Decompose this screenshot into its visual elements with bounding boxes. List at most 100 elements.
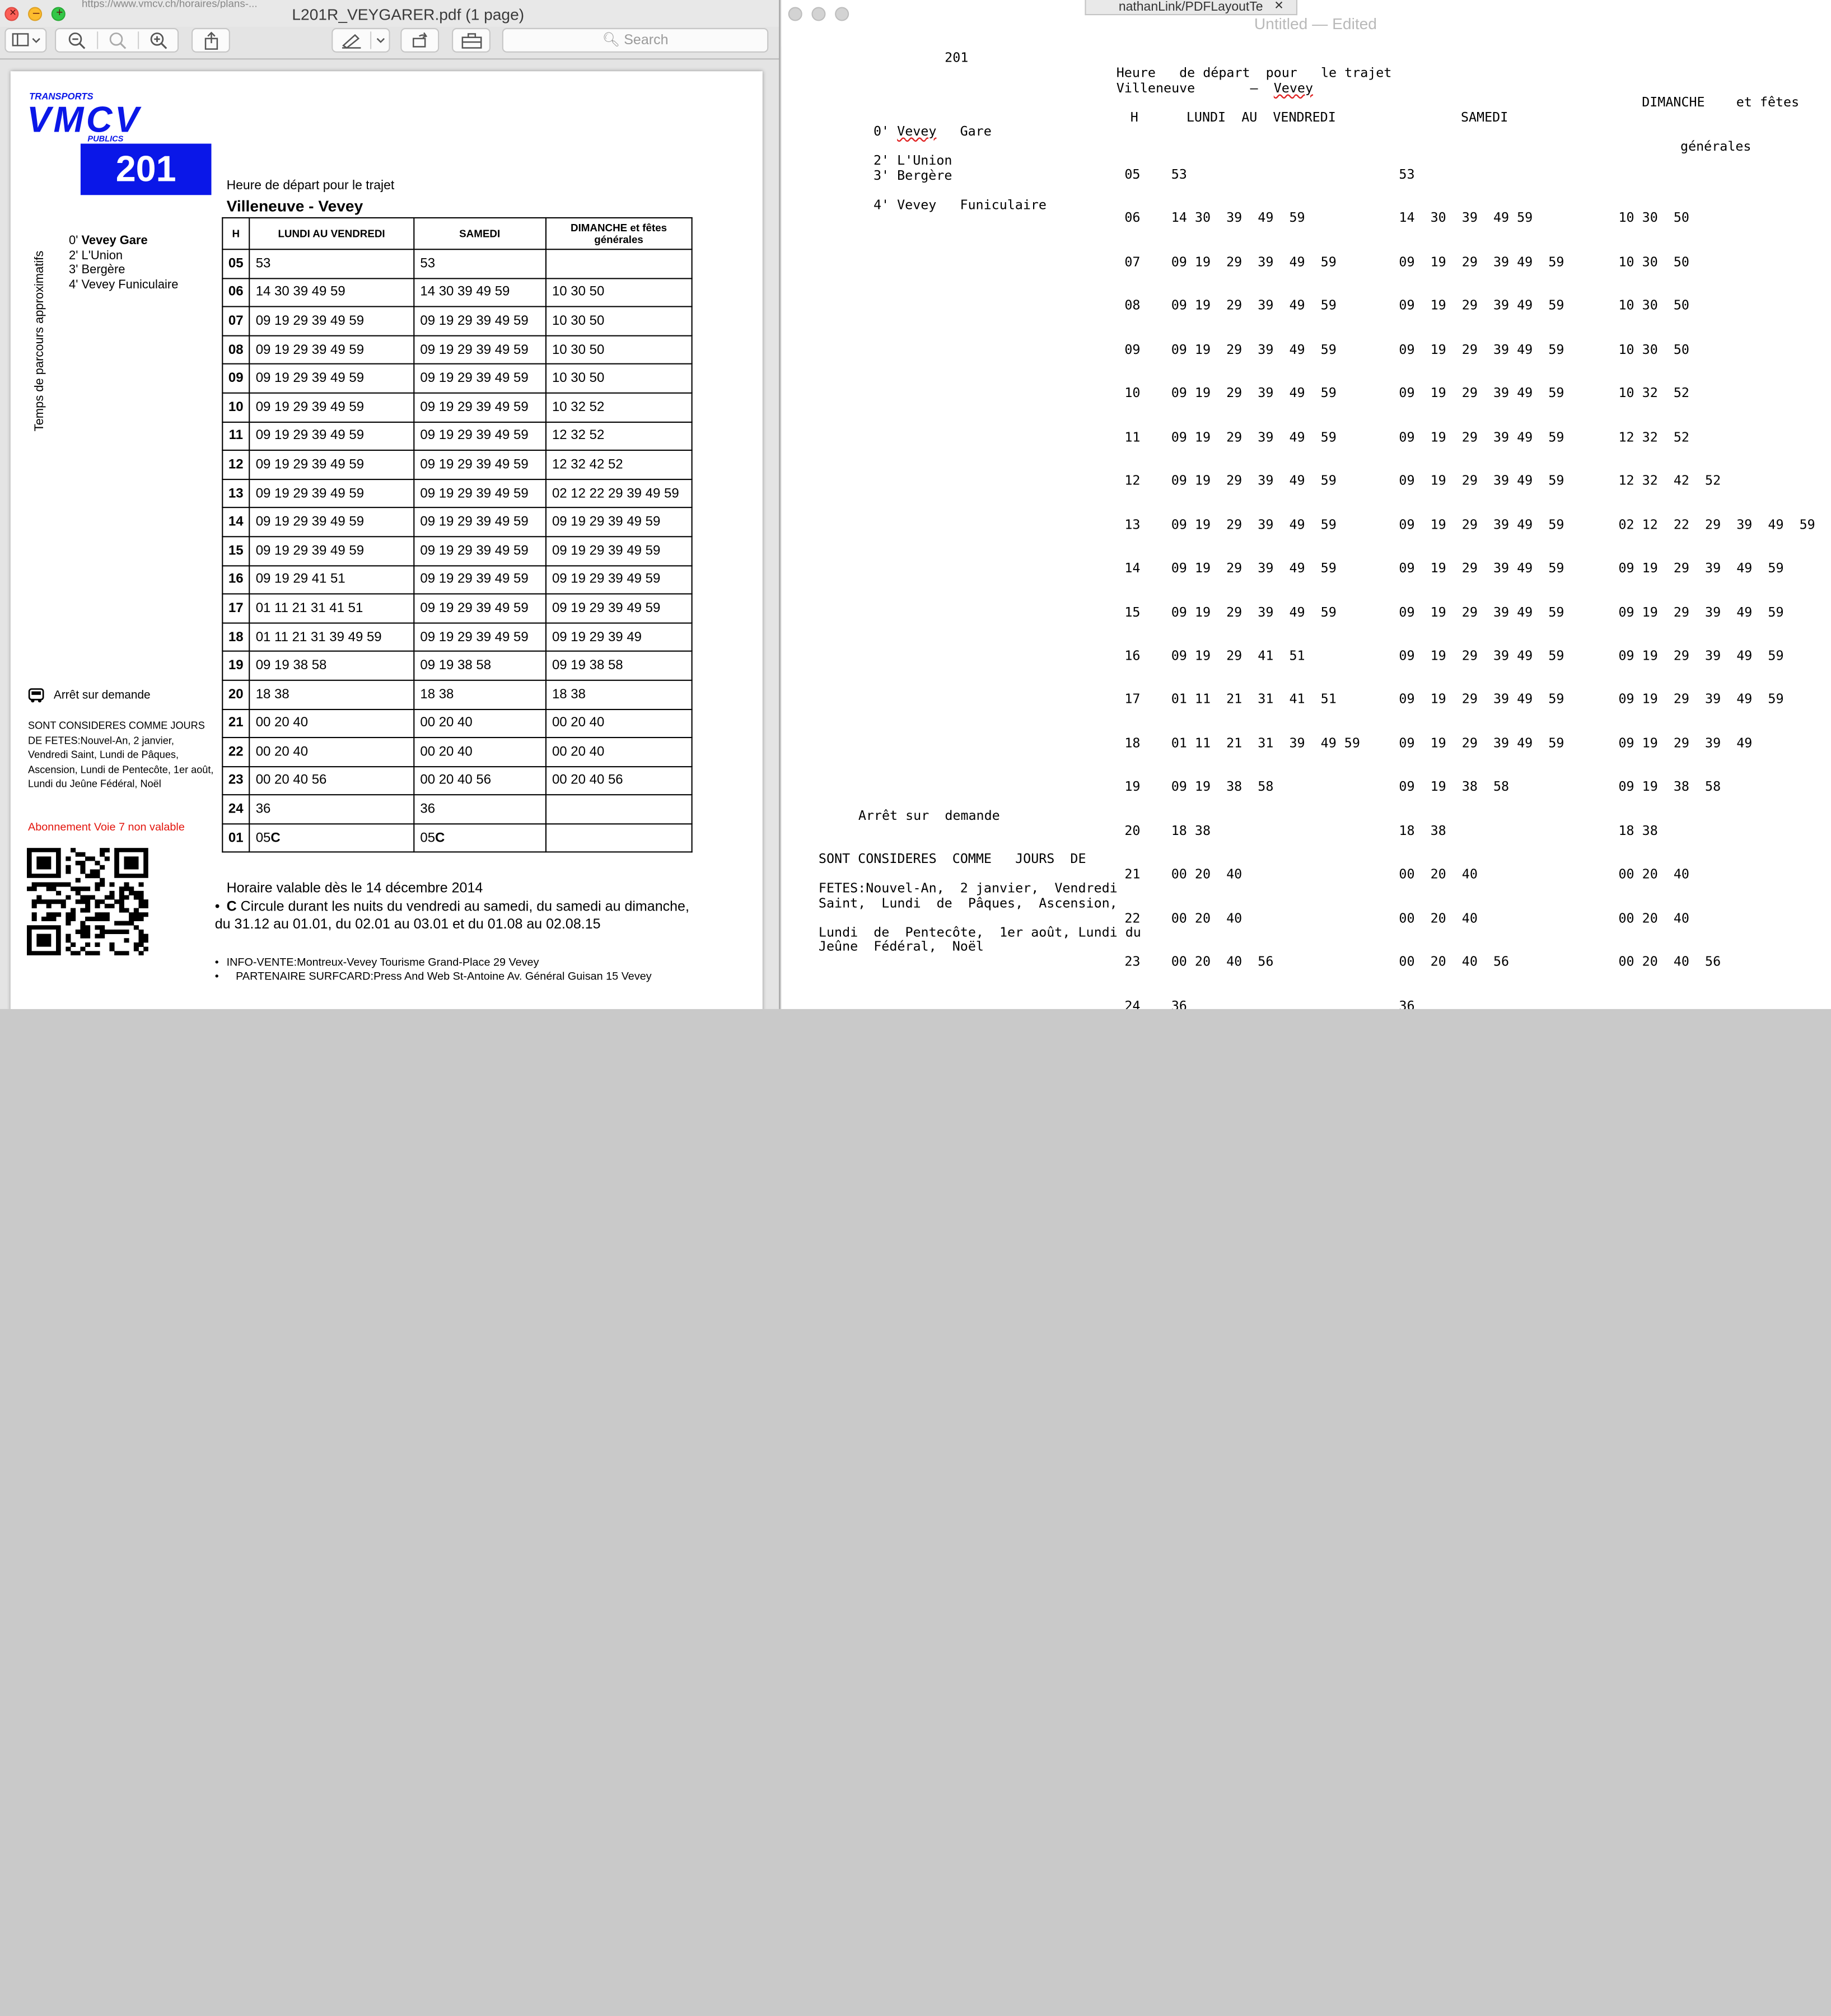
text-saturday: 53 — [1399, 167, 1415, 183]
text-sunday: 10 30 50 — [1618, 298, 1689, 314]
timetable-row: 01 05C 05C — [222, 823, 693, 853]
markup-button[interactable] — [331, 28, 390, 53]
text-hour: 07 — [1124, 254, 1141, 270]
weekday-cell: 09 19 29 39 49 59 — [249, 507, 414, 538]
text-saturday: 09 19 29 39 49 59 — [1399, 385, 1564, 401]
text-hour: 20 — [1124, 823, 1141, 838]
text-line: Arrêt sur demande — [858, 808, 1000, 824]
zoom-to-fit-icon[interactable] — [109, 31, 127, 50]
pdf-titlebar[interactable]: × – + https://www.vmcv.ch/horaires/plans… — [0, 0, 779, 27]
saturday-cell: 09 19 29 39 49 59 — [413, 593, 547, 624]
close-button[interactable]: × — [4, 7, 19, 21]
weekday-cell: 09 19 29 39 49 59 — [249, 392, 414, 423]
text-saturday: 14 30 39 49 59 — [1399, 211, 1533, 226]
text-hour: 18 — [1124, 735, 1141, 751]
timetable-row: 14 09 19 29 39 49 59 09 19 29 39 49 59 09 1… — [222, 507, 693, 538]
text-hour: 13 — [1124, 517, 1141, 533]
background-tab[interactable]: https://www.vmcv.ch/horaires/plans-... — [82, 0, 281, 8]
route-number: 201 — [80, 143, 212, 195]
weekday-cell: 05C — [249, 823, 414, 853]
timetable-row: 08 09 19 29 39 49 59 09 19 29 39 49 59 10 3… — [222, 335, 693, 365]
text-weekday: 00 20 40 — [1171, 866, 1243, 882]
sunday-cell: 10 30 50 — [545, 306, 693, 337]
sidebar-icon — [12, 33, 40, 46]
minimize-button[interactable]: – — [28, 7, 43, 21]
toolbox-button[interactable] — [452, 28, 491, 53]
text-weekday: 09 19 29 39 49 59 — [1171, 429, 1337, 445]
text-hour: 14 — [1124, 561, 1141, 576]
text-weekday: 09 19 29 39 49 59 — [1171, 298, 1337, 314]
info-list: • INFO-VENTE:Montreux-Vevey Tourisme Gran… — [215, 956, 652, 984]
sunday-cell: 09 19 29 39 49 59 — [545, 564, 693, 595]
text-hour: 21 — [1124, 866, 1141, 882]
zoom-out-icon[interactable] — [68, 31, 86, 50]
sunday-cell: 09 19 29 39 49 59 — [545, 593, 693, 624]
info-vente: • INFO-VENTE:Montreux-Vevey Tourisme Gran… — [214, 956, 539, 969]
stop-item: 4' Vevey Funiculaire — [69, 277, 179, 292]
abonnement-warning: Abonnement Voie 7 non valable — [28, 821, 185, 834]
text-saturday: 09 19 29 39 49 59 — [1399, 254, 1564, 270]
text-sunday: 10 32 52 — [1618, 385, 1689, 401]
search-icon: 🔍︎ — [602, 31, 620, 48]
text-saturday: 09 19 29 39 49 59 — [1399, 429, 1564, 445]
text-sunday: 10 30 50 — [1618, 342, 1689, 357]
text-weekday: 09 19 29 39 49 59 — [1171, 342, 1337, 357]
zoom-in-icon[interactable] — [150, 31, 168, 50]
weekday-cell: 18 38 — [249, 679, 414, 710]
trip-heading: Heure de départ pour le trajet — [226, 179, 395, 193]
weekday-cell: 09 19 29 39 49 59 — [249, 478, 414, 508]
rotate-button[interactable] — [400, 28, 440, 53]
text-line: H — [1130, 110, 1138, 125]
text-sunday: 00 20 40 — [1618, 910, 1689, 926]
saturday-cell: 09 19 29 39 49 59 — [413, 507, 547, 538]
text-line: DIMANCHE et fêtes — [1642, 94, 1800, 110]
text-hour: 12 — [1124, 473, 1141, 489]
window-title: L201R_VEYGARER.pdf (1 page) — [292, 6, 525, 24]
timetable-header: H LUNDI AU VENDREDI SAMEDI DIMANCHE et f… — [222, 217, 693, 250]
text-sunday: 09 19 29 39 49 59 — [1618, 648, 1784, 664]
saturday-cell: 00 20 40 56 — [413, 766, 547, 796]
timetable-row: 09 09 19 29 39 49 59 09 19 29 39 49 59 10 3… — [222, 363, 693, 394]
text-weekday: 09 19 29 39 49 59 — [1171, 604, 1337, 620]
text-weekday: 09 19 29 39 49 59 — [1171, 561, 1337, 576]
weekday-cell: 14 30 39 49 59 — [249, 277, 414, 307]
text-saturday: 09 19 29 39 49 59 — [1399, 473, 1564, 489]
stop-item: 3' Bergère — [69, 263, 125, 277]
minimize-icon: – — [32, 7, 40, 20]
text-line: FETES:Nouvel-An, 2 janvier, Vendredi — [818, 880, 1118, 896]
col-saturday: SAMEDI — [413, 217, 547, 250]
sunday-cell: 18 38 — [545, 679, 693, 710]
share-icon — [204, 31, 218, 50]
timetable-row: 20 18 38 18 38 18 38 — [222, 679, 693, 710]
weekday-cell: 09 19 29 39 49 59 — [249, 450, 414, 480]
sunday-cell: 02 12 22 29 39 49 59 — [545, 478, 693, 508]
hour-cell: 05 — [222, 249, 250, 279]
weekday-cell: 00 20 40 56 — [249, 766, 414, 796]
text-saturday: 09 19 29 39 49 59 — [1399, 517, 1564, 533]
text-weekday: 09 19 29 41 51 — [1171, 648, 1305, 664]
sidebar-toggle-button[interactable] — [4, 28, 47, 53]
text-line: Jeûne Fédéral, Noël — [818, 939, 984, 954]
pdf-preview-window: × – + https://www.vmcv.ch/horaires/plans… — [0, 0, 781, 1009]
search-field[interactable]: 🔍︎ Search — [502, 28, 769, 53]
partenaire: • PARTENAIRE SURFCARD:Press And Web St-A… — [214, 970, 652, 983]
hour-cell: 12 — [222, 450, 250, 480]
weekday-cell: 00 20 40 — [249, 708, 414, 739]
saturday-cell: 09 19 29 39 49 59 — [413, 536, 547, 566]
col-sunday: DIMANCHE et fêtes générales — [545, 217, 693, 250]
hour-cell: 24 — [222, 794, 250, 825]
hour-cell: 11 — [222, 421, 250, 451]
saturday-cell: 53 — [413, 249, 547, 279]
sunday-cell: 09 19 29 39 49 — [545, 622, 693, 652]
zoom-icon: + — [56, 7, 63, 20]
pen-icon — [342, 34, 361, 49]
editor-text-area[interactable]: 201 Heure de départ pour le trajet Ville… — [781, 0, 1831, 1009]
stop-item: 0' Vevey Gare — [69, 234, 148, 248]
bus-stop-icon — [28, 688, 44, 703]
zoom-button[interactable]: + — [51, 7, 66, 21]
saturday-cell: 09 19 29 39 49 59 — [413, 335, 547, 365]
share-button[interactable] — [191, 28, 230, 53]
saturday-cell: 09 19 29 39 49 59 — [413, 306, 547, 337]
hour-cell: 13 — [222, 478, 250, 508]
saturday-cell: 09 19 29 39 49 59 — [413, 363, 547, 394]
